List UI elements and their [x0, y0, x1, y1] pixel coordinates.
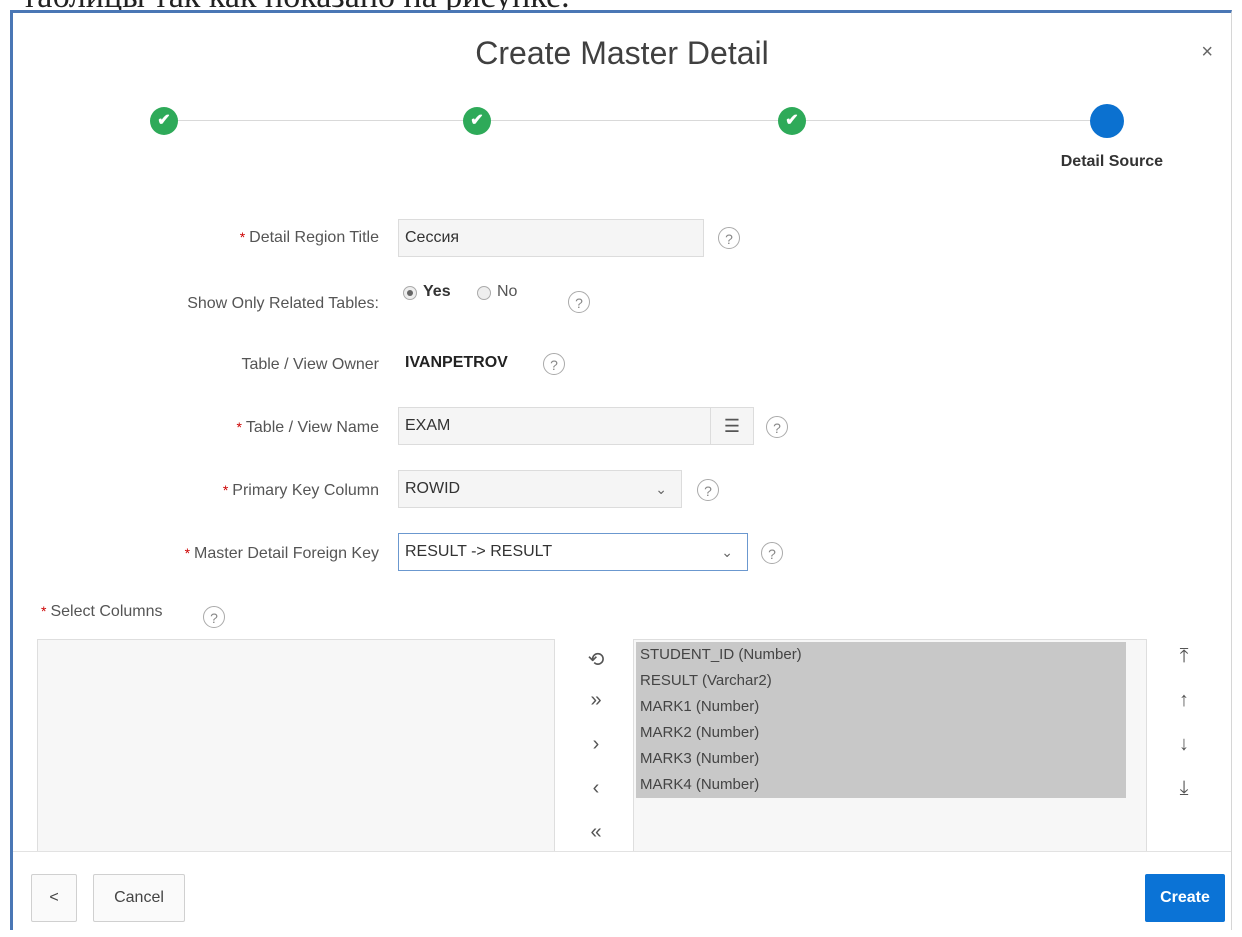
primary-key-value: ROWID [405, 480, 461, 497]
detail-region-title-label: * Detail Region Title [239, 229, 379, 246]
list-item[interactable]: MARK3 (Number) [636, 746, 1126, 772]
wizard-progress-line [163, 120, 1113, 121]
foreign-key-label: * Master Detail Foreign Key [184, 545, 379, 562]
list-item[interactable]: MARK1 (Number) [636, 694, 1126, 720]
move-all-icon[interactable]: » [584, 689, 608, 712]
primary-key-select[interactable]: ROWID ⌄ [398, 470, 682, 508]
related-yes-label: Yes [423, 283, 451, 300]
remove-icon[interactable]: ‹ [584, 777, 608, 800]
selected-columns-list[interactable]: STUDENT_ID (Number) RESULT (Varchar2) MA… [633, 639, 1147, 871]
back-button[interactable]: < [31, 874, 77, 922]
create-button[interactable]: Create [1145, 874, 1225, 922]
owner-label: Table / View Owner [241, 356, 379, 373]
create-master-detail-dialog: Create Master Detail × ✔ ✔ ✔ Detail Sour… [10, 10, 1232, 930]
related-no-radio[interactable] [477, 286, 491, 300]
select-columns-label: * Select Columns [41, 603, 163, 620]
list-item[interactable]: MARK2 (Number) [636, 720, 1126, 746]
help-icon[interactable]: ? [697, 479, 719, 501]
help-icon[interactable]: ? [718, 227, 740, 249]
wizard-current-step-label: Detail Source [1060, 153, 1163, 170]
detail-region-title-input[interactable]: Сессия [398, 219, 704, 257]
move-up-icon[interactable]: ↑ [1172, 689, 1196, 712]
list-item[interactable]: MARK4 (Number) [636, 772, 1126, 798]
chevron-down-icon: ⌄ [721, 544, 733, 560]
move-top-icon[interactable]: ⤒ [1172, 645, 1196, 668]
move-down-icon[interactable]: ↓ [1172, 733, 1196, 756]
help-icon[interactable]: ? [568, 291, 590, 313]
reset-icon[interactable]: ⟲ [584, 647, 608, 672]
help-icon[interactable]: ? [203, 606, 225, 628]
chevron-down-icon: ⌄ [655, 481, 667, 497]
related-no-label: No [497, 283, 518, 300]
foreign-key-value: RESULT -> RESULT [405, 543, 553, 560]
remove-all-icon[interactable]: « [584, 821, 608, 844]
available-columns-list[interactable] [37, 639, 555, 871]
wizard-step-1-check-icon: ✔ [150, 107, 178, 135]
cancel-button[interactable]: Cancel [93, 874, 185, 922]
list-item[interactable]: STUDENT_ID (Number) [636, 642, 1126, 668]
dialog-title: Create Master Detail [475, 35, 769, 71]
dialog-footer: < Cancel Create [13, 851, 1231, 930]
list-item[interactable]: RESULT (Varchar2) [636, 668, 1126, 694]
show-only-related-label: Show Only Related Tables: [187, 295, 379, 312]
close-icon[interactable]: × [1201, 41, 1213, 64]
help-icon[interactable]: ? [543, 353, 565, 375]
table-name-input[interactable]: EXAM ☰ [398, 407, 754, 445]
help-icon[interactable]: ? [766, 416, 788, 438]
owner-value: IVANPETROV [405, 354, 508, 371]
move-icon[interactable]: › [584, 733, 608, 756]
primary-key-label: * Primary Key Column [222, 482, 379, 499]
wizard-step-3-check-icon: ✔ [778, 107, 806, 135]
wizard-step-4-current [1090, 104, 1124, 138]
wizard-step-2-check-icon: ✔ [463, 107, 491, 135]
foreign-key-select[interactable]: RESULT -> RESULT ⌄ [398, 533, 748, 571]
table-name-value: EXAM [405, 417, 451, 434]
move-bottom-icon[interactable]: ⤓ [1172, 777, 1196, 800]
list-icon[interactable]: ☰ [710, 408, 753, 444]
related-yes-radio[interactable] [403, 286, 417, 300]
help-icon[interactable]: ? [761, 542, 783, 564]
table-name-label: * Table / View Name [236, 419, 379, 436]
